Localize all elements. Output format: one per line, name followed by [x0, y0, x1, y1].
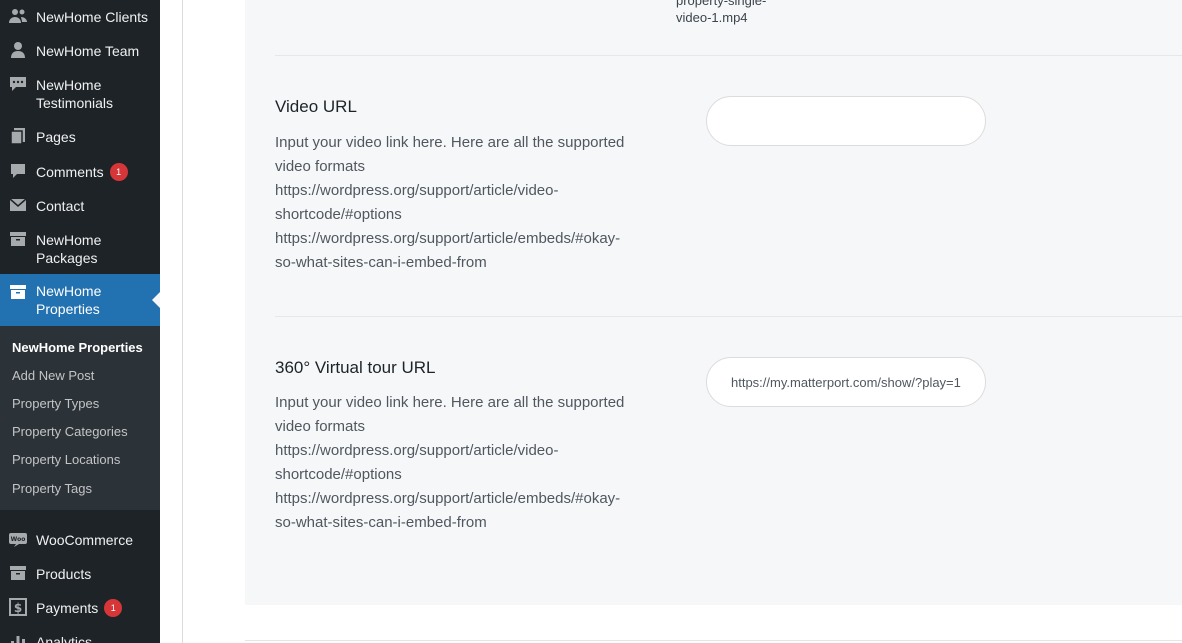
- virtual-tour-title: 360° Virtual tour URL: [275, 358, 436, 377]
- virtual-tour-url-input[interactable]: [706, 357, 986, 407]
- filename-line: property-single-: [676, 0, 767, 8]
- menu-label: Analytics: [36, 634, 93, 643]
- menu-item-comments[interactable]: Comments 1: [0, 161, 160, 183]
- submenu-item-property-locations[interactable]: Property Locations: [12, 451, 120, 469]
- menu-label: NewHome: [36, 77, 102, 93]
- menu-item-woocommerce[interactable]: Woo WooCommerce: [0, 529, 160, 551]
- admin-sidebar: NewHome Clients NewHome Team NewHome Tes…: [0, 0, 160, 643]
- envelope-icon: [8, 195, 28, 215]
- menu-item-newhome-packages[interactable]: NewHome Packages: [0, 229, 160, 269]
- svg-text:$: $: [14, 601, 22, 615]
- menu-label: Products: [36, 566, 92, 582]
- menu-label: Testimonials: [36, 95, 114, 111]
- chart-icon: [8, 631, 28, 643]
- archive-icon: [8, 563, 28, 583]
- archive-icon: [8, 282, 28, 302]
- archive-icon: [8, 229, 28, 249]
- desc-line: Input your video link here. Here are all…: [275, 134, 625, 151]
- menu-item-payments[interactable]: $ Payments 1: [0, 597, 160, 619]
- menu-label: NewHome: [36, 283, 102, 299]
- desc-line: https://wordpress.org/support/article/vi…: [275, 442, 559, 459]
- menu-label: WooCommerce: [36, 532, 133, 548]
- users-icon: [8, 6, 28, 26]
- sidebar-gap: [160, 0, 182, 643]
- submenu-item-newhome-properties[interactable]: NewHome Properties: [12, 339, 143, 357]
- desc-line: Input your video link here. Here are all…: [275, 394, 625, 411]
- user-icon: [8, 40, 28, 60]
- menu-label: NewHome Team: [36, 43, 140, 59]
- payments-count-badge: 1: [104, 599, 123, 617]
- properties-submenu: NewHome Properties Add New Post Property…: [0, 326, 160, 510]
- video-url-input[interactable]: [706, 96, 986, 146]
- submenu-item-property-tags[interactable]: Property Tags: [12, 480, 92, 498]
- desc-line: shortcode/#options: [275, 206, 402, 223]
- menu-item-newhome-testimonials[interactable]: NewHome Testimonials: [0, 74, 160, 114]
- desc-line: video formats: [275, 158, 366, 175]
- menu-label: Contact: [36, 198, 85, 214]
- desc-line: shortcode/#options: [275, 466, 402, 483]
- menu-item-contact[interactable]: Contact: [0, 195, 160, 217]
- menu-item-pages[interactable]: Pages: [0, 126, 160, 148]
- desc-line: so-what-sites-can-i-embed-from: [275, 254, 487, 271]
- menu-label: Packages: [36, 250, 98, 266]
- submenu-item-add-new-post[interactable]: Add New Post: [12, 367, 94, 385]
- menu-item-newhome-clients[interactable]: NewHome Clients: [0, 6, 160, 28]
- desc-line: https://wordpress.org/support/article/vi…: [275, 182, 559, 199]
- submenu-item-property-types[interactable]: Property Types: [12, 395, 99, 413]
- virtual-tour-description: Input your video link here. Here are all…: [275, 391, 645, 535]
- video-url-title: Video URL: [275, 97, 357, 116]
- desc-line: so-what-sites-can-i-embed-from: [275, 514, 487, 531]
- desc-line: video formats: [275, 418, 366, 435]
- menu-label: Pages: [36, 129, 76, 145]
- uploaded-video-filename: property-single- video-1.mp4: [676, 0, 766, 26]
- dollar-icon: $: [8, 597, 28, 617]
- active-menu-arrow: [152, 292, 160, 308]
- video-url-description: Input your video link here. Here are all…: [275, 131, 645, 275]
- filename-line: video-1.mp4: [676, 10, 748, 25]
- pages-icon: [8, 126, 28, 146]
- menu-label: Payments: [36, 600, 99, 616]
- svg-text:Woo: Woo: [11, 536, 26, 543]
- menu-item-products[interactable]: Products: [0, 563, 160, 585]
- desc-line: https://wordpress.org/support/article/em…: [275, 230, 621, 247]
- menu-item-newhome-team[interactable]: NewHome Team: [0, 40, 160, 62]
- woo-icon: Woo: [8, 529, 28, 549]
- section-divider: [275, 55, 1182, 56]
- menu-label: NewHome: [36, 232, 102, 248]
- menu-label: Comments: [36, 164, 104, 180]
- panel-bottom-border: [245, 640, 1182, 641]
- comments-count-badge: 1: [109, 163, 128, 181]
- submenu-item-property-categories[interactable]: Property Categories: [12, 423, 128, 441]
- menu-label: NewHome Clients: [36, 9, 149, 25]
- testimonial-bubble-icon: [8, 74, 28, 94]
- menu-item-analytics[interactable]: Analytics: [0, 631, 160, 643]
- menu-label: Properties: [36, 301, 100, 317]
- desc-line: https://wordpress.org/support/article/em…: [275, 490, 621, 507]
- menu-item-newhome-properties[interactable]: NewHome Properties: [0, 274, 160, 326]
- comments-icon: [8, 161, 28, 181]
- section-divider: [275, 316, 1182, 317]
